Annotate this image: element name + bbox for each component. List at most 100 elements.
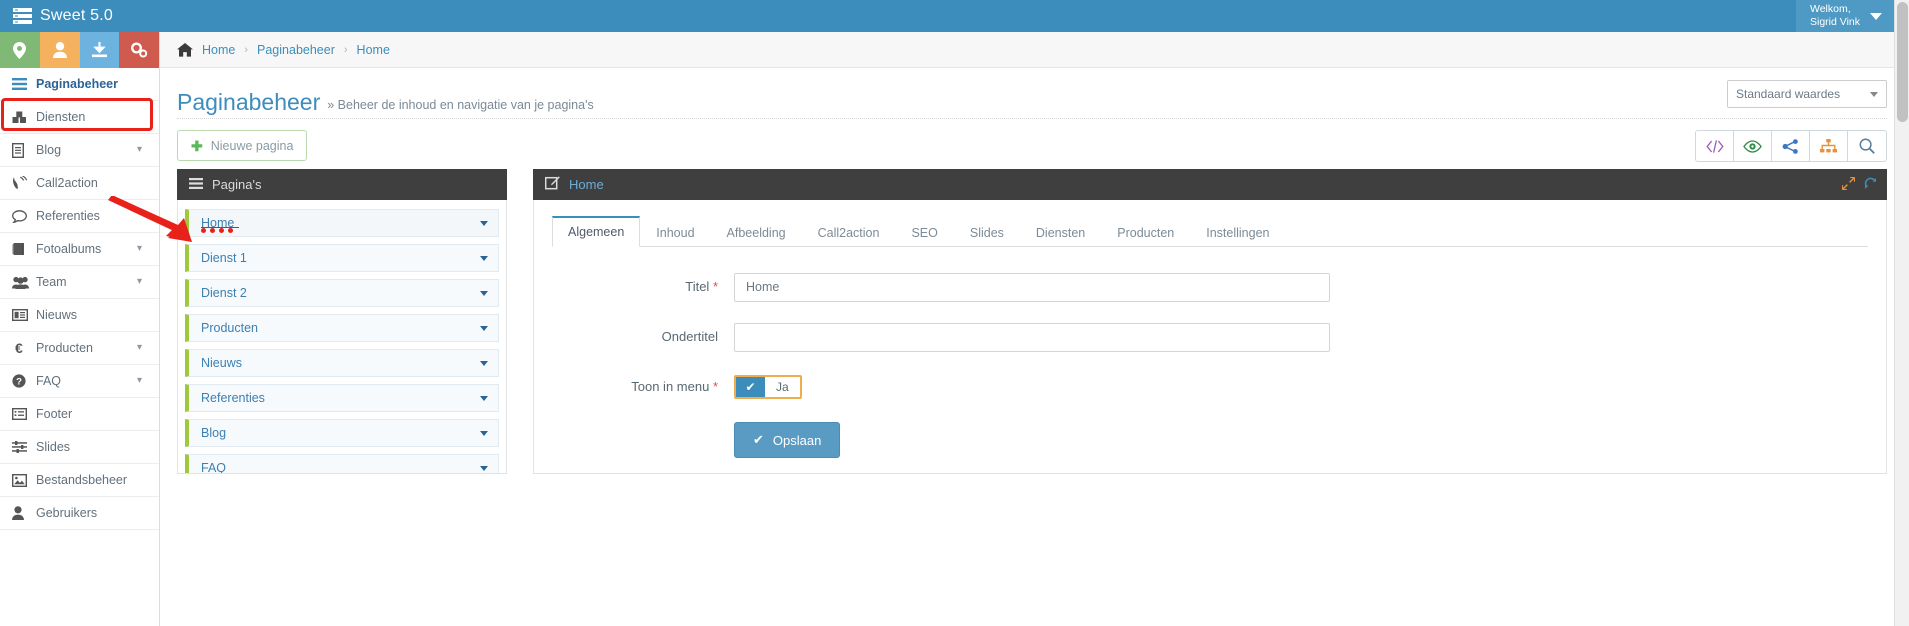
cogs-icon-button[interactable] [119,32,159,68]
map-marker-icon-button[interactable] [0,32,40,68]
form-row-ondertitel: Ondertitel [552,323,1868,352]
breadcrumb-item-0[interactable]: Home [202,43,235,57]
page-tree-label: Referenties [201,391,265,405]
download-icon-button[interactable] [79,32,120,68]
action-toolbar: ✚ Nieuwe pagina [160,119,1909,169]
toon-in-menu-control-wrap: ✔ Ja [734,373,1868,399]
chevron-down-icon[interactable] [480,395,488,401]
tab-afbeelding[interactable]: Afbeelding [711,218,802,247]
sidebar-item-label: Paginabeheer [36,77,118,91]
sidebar-quick-actions [0,32,159,68]
preview-eye-icon-button[interactable] [1734,131,1772,161]
breadcrumb: Home › Paginabeheer › Home [160,32,1909,68]
sidebar-item-bestandsbeheer[interactable]: Bestandsbeheer [0,464,159,497]
tab-instellingen[interactable]: Instellingen [1190,218,1285,247]
sidebar-item-label: Blog [36,143,62,157]
page-tree-label: Home [201,216,235,230]
pages-panel-title: Pagina's [212,177,262,192]
page-tree-item-dienst-2[interactable]: Dienst 2 [185,279,499,307]
sliders-icon [12,441,36,453]
scrollbar-thumb[interactable] [1897,2,1908,122]
page-scrollbar[interactable] [1894,0,1909,626]
sidebar-item-gebruikers[interactable]: Gebruikers [0,497,159,530]
edit-panel-title: Home [569,177,604,192]
page-tree-label: Blog [201,426,227,440]
page-tree-item-dienst-1[interactable]: Dienst 1 [185,244,499,272]
search-icon-button[interactable] [1848,131,1886,161]
sidebar-item-label: Call2action [36,176,98,190]
newspaper-icon [12,309,36,321]
toon-in-menu-toggle[interactable]: ✔ Ja [734,375,802,399]
user-menu[interactable]: Welkom, Sigrid Vink [1796,0,1894,32]
sidebar-item-label: Gebruikers [36,506,98,520]
page-tree-item-blog[interactable]: Blog [185,419,499,447]
sidebar-item-producten[interactable]: € Producten ▾ [0,332,159,365]
tab-diensten[interactable]: Diensten [1020,218,1101,247]
breadcrumb-item-2[interactable]: Home [357,43,390,57]
user-icon-button[interactable] [39,32,80,68]
tab-algemeen[interactable]: Algemeen [552,216,641,247]
share-icon-button[interactable] [1772,131,1810,161]
new-page-label: Nieuwe pagina [210,138,294,153]
sidebar-item-label: FAQ [36,374,62,388]
sidebar-item-fotoalbums[interactable]: Fotoalbums ▾ [0,233,159,266]
page-tree-item-producten[interactable]: Producten [185,314,499,342]
sidebar-nav: Paginabeheer Diensten Blog ▾ Call2action… [0,68,159,530]
tab-producten[interactable]: Producten [1101,218,1190,247]
tab-label: Producten [1117,226,1175,240]
chevron-down-icon[interactable] [480,465,488,471]
page-title: Paginabeheer [177,89,321,115]
refresh-icon[interactable] [1864,177,1877,193]
tab-inhoud[interactable]: Inhoud [640,218,710,247]
ondertitel-input[interactable] [734,323,1330,352]
sidebar-item-paginabeheer[interactable]: Paginabeheer [0,68,159,101]
toon-in-menu-label: Toon in menu * [552,373,734,401]
app-brand[interactable]: Sweet 5.0 [0,0,160,32]
chevron-down-icon[interactable] [480,325,488,331]
sidebar-item-footer[interactable]: Footer [0,398,159,431]
chevron-down-icon[interactable] [480,220,488,226]
preset-select[interactable]: Standaard waardes [1727,80,1887,108]
file-icon [12,142,36,158]
sidebar-item-team[interactable]: Team ▾ [0,266,159,299]
chevron-down-icon[interactable] [480,290,488,296]
sidebar-item-faq[interactable]: ? FAQ ▾ [0,365,159,398]
users-icon [12,276,36,289]
chevron-down-icon: ▾ [137,144,143,155]
sidebar-item-slides[interactable]: Slides [0,431,159,464]
page-tree-item-faq[interactable]: FAQ [185,454,499,473]
app-root: Sweet 5.0 Welkom, Sigrid Vink Paginabehe… [0,0,1909,626]
sidebar: Paginabeheer Diensten Blog ▾ Call2action… [0,32,160,626]
page-tree-item-referenties[interactable]: Referenties [185,384,499,412]
chevron-down-icon[interactable] [480,430,488,436]
sidebar-item-blog[interactable]: Blog ▾ [0,134,159,167]
new-page-button[interactable]: ✚ Nieuwe pagina [177,130,308,161]
chevron-down-icon[interactable] [480,255,488,261]
sitemap-icon-button[interactable] [1810,131,1848,161]
edit-panel-tabs: Algemeen Inhoud Afbeelding Call2action S… [552,216,1868,247]
save-button[interactable]: ✔ Opslaan [734,422,841,458]
sidebar-item-nieuws[interactable]: Nieuws [0,299,159,332]
page-tree-label: Producten [201,321,258,335]
page-tree-item-nieuws[interactable]: Nieuws [185,349,499,377]
required-marker: * [712,379,718,394]
page-tree-item-home[interactable]: Home [185,209,499,237]
cubes-icon [12,111,36,124]
tab-seo[interactable]: SEO [895,218,953,247]
sidebar-item-call2action[interactable]: Call2action [0,167,159,200]
sidebar-item-diensten[interactable]: Diensten [0,101,159,134]
sidebar-item-referenties[interactable]: Referenties [0,200,159,233]
code-icon-button[interactable] [1696,131,1734,161]
page-tree-label: Dienst 2 [201,286,247,300]
tab-call2action[interactable]: Call2action [802,218,896,247]
form-row-titel: Titel * Home [552,273,1868,302]
form-row-toon-in-menu: Toon in menu * ✔ Ja [552,373,1868,401]
sidebar-item-label: Fotoalbums [36,242,102,256]
titel-input[interactable]: Home [734,273,1330,302]
chevron-down-icon[interactable] [480,360,488,366]
euro-icon: € [15,340,23,356]
expand-icon[interactable] [1841,176,1856,193]
edit-panel: Home Algemeen Inhoud Afbeelding Call2act… [533,169,1887,474]
breadcrumb-item-1[interactable]: Paginabeheer [257,43,335,57]
tab-slides[interactable]: Slides [954,218,1020,247]
